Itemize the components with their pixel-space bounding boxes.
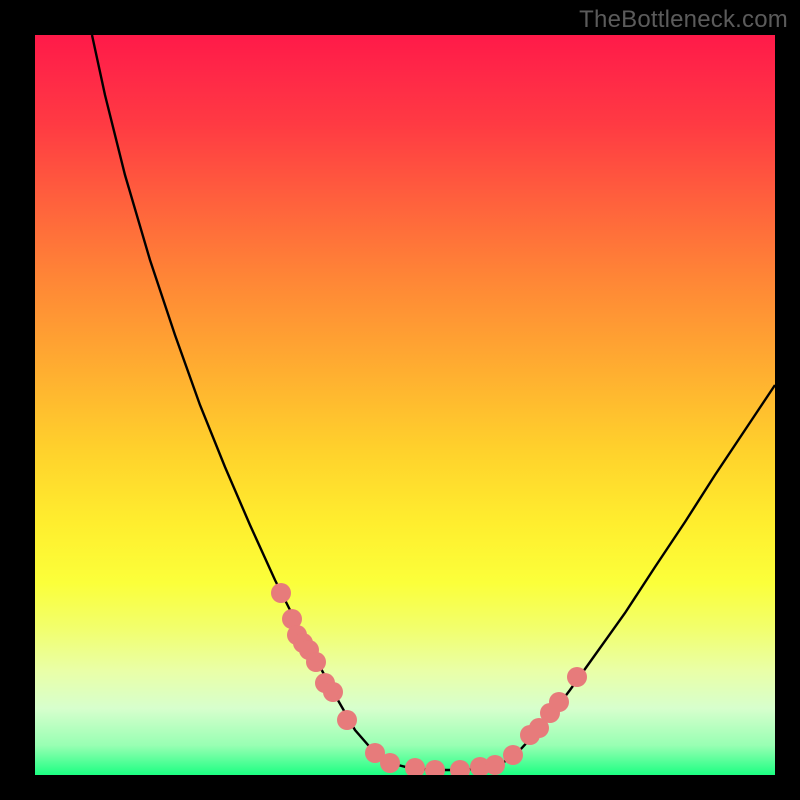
sample-point	[271, 583, 291, 603]
sample-point	[425, 760, 445, 775]
sample-point	[450, 760, 470, 775]
sample-point	[503, 745, 523, 765]
chart-plot-area	[35, 35, 775, 775]
watermark-text: TheBottleneck.com	[579, 6, 788, 34]
bottleneck-curve	[92, 35, 775, 770]
sample-point	[323, 682, 343, 702]
sample-point	[306, 652, 326, 672]
sample-point	[405, 758, 425, 775]
chart-svg	[35, 35, 775, 775]
sample-point	[549, 692, 569, 712]
sample-points-group	[271, 583, 587, 775]
sample-point	[380, 753, 400, 773]
sample-point	[337, 710, 357, 730]
sample-point	[485, 755, 505, 775]
sample-point	[567, 667, 587, 687]
